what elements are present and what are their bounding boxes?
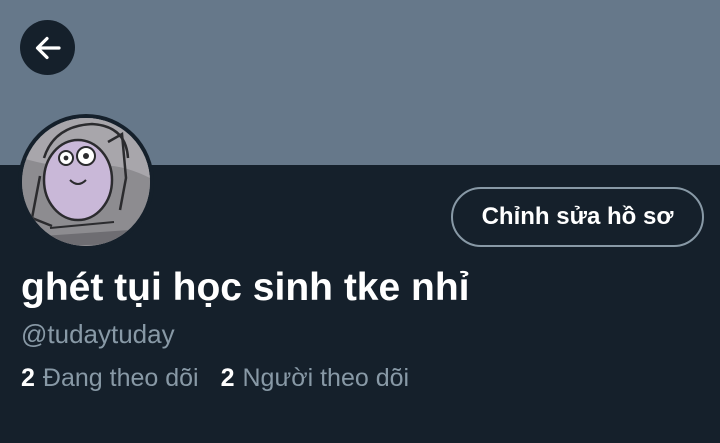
followers-label: Người theo dõi (242, 364, 410, 392)
following-link[interactable]: 2 Đang theo dõi (21, 364, 199, 393)
followers-count: 2 (220, 364, 235, 392)
back-button[interactable] (20, 20, 75, 75)
avatar-image (22, 118, 150, 246)
followers-link[interactable]: 2 Người theo dõi (221, 364, 409, 393)
arrow-left-icon (35, 36, 61, 59)
edit-profile-button[interactable]: Chỉnh sửa hồ sơ (451, 187, 704, 247)
follow-stats: 2 Đang theo dõi 2 Người theo dõi (21, 364, 409, 393)
avatar-sketch-image (22, 118, 150, 246)
profile-page: Chỉnh sửa hồ sơ ghét tụi học sinh tke nh… (0, 0, 720, 443)
following-label: Đang theo dõi (42, 364, 199, 392)
display-name: ghét tụi học sinh tke nhỉ (21, 266, 470, 309)
following-count: 2 (21, 364, 35, 392)
avatar[interactable] (18, 114, 154, 250)
user-handle: @tudaytuday (21, 319, 175, 349)
